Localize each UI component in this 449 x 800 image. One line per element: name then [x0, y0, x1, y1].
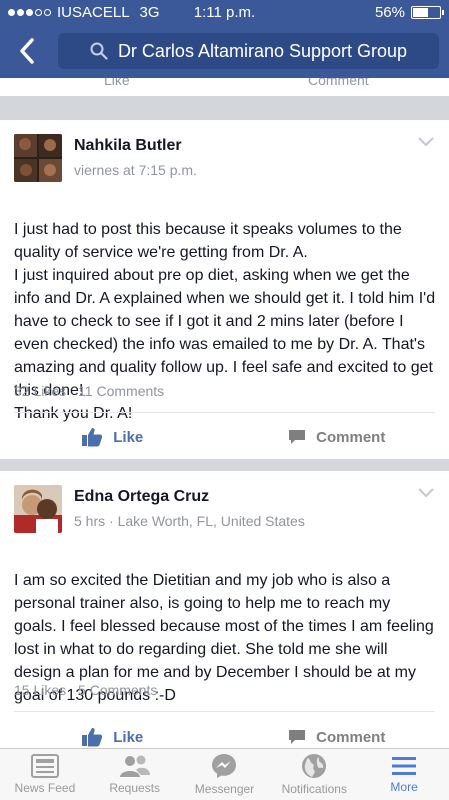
- top-bar: IUSACELL 3G 1:11 p.m. 56% Dr Carlos Alta…: [0, 0, 449, 78]
- post-author[interactable]: Nahkila Butler: [74, 137, 197, 155]
- comment-label: Comment: [316, 728, 386, 746]
- signal-strength-icon: [8, 8, 51, 16]
- chevron-down-icon: [418, 488, 434, 498]
- post-options-button[interactable]: [417, 485, 435, 503]
- post-timestamp[interactable]: 5 hrs · Lake Worth, FL, United States: [74, 513, 305, 529]
- like-button[interactable]: Like: [0, 415, 225, 459]
- like-button[interactable]: Like: [104, 78, 130, 88]
- comment-count[interactable]: 11 Comments: [78, 383, 164, 399]
- network-type: 3G: [139, 3, 160, 21]
- carrier-name: IUSACELL: [57, 3, 130, 21]
- globe-icon: [302, 754, 327, 778]
- comment-bubble-icon: [289, 730, 306, 744]
- tab-label: More: [390, 780, 418, 794]
- post-options-button[interactable]: [417, 134, 435, 152]
- tab-bar: News Feed Requests Messenger Notificatio…: [0, 748, 449, 800]
- post-card: Nahkila Butler viernes at 7:15 p.m. I ju…: [0, 120, 449, 459]
- post-timestamp[interactable]: viernes at 7:15 p.m.: [74, 162, 197, 178]
- battery-percent: 56%: [374, 3, 405, 21]
- divider: [14, 412, 435, 413]
- thumbs-up-icon: [82, 428, 103, 447]
- search-text: Dr Carlos Altamirano Support Group: [117, 40, 408, 61]
- friend-requests-icon: [119, 755, 150, 777]
- tab-requests[interactable]: Requests: [90, 749, 180, 800]
- like-label: Like: [113, 728, 144, 746]
- tab-messenger[interactable]: Messenger: [180, 749, 270, 800]
- comment-button[interactable]: Comment: [225, 415, 449, 459]
- like-count[interactable]: 32 Likes: [14, 383, 66, 399]
- like-count[interactable]: 15 Likes: [14, 682, 66, 698]
- comment-label: Comment: [316, 428, 386, 446]
- thumbs-up-icon: [82, 728, 103, 747]
- like-button[interactable]: Like: [0, 715, 225, 748]
- chevron-down-icon: [418, 137, 434, 147]
- feed[interactable]: Like Comment Nahkila Butler viernes at 7…: [0, 78, 449, 748]
- post-card: Edna Ortega Cruz 5 hrs · Lake Worth, FL,…: [0, 471, 449, 748]
- back-button[interactable]: [10, 31, 44, 71]
- comment-button[interactable]: Comment: [225, 715, 449, 748]
- tab-more[interactable]: More: [359, 749, 449, 800]
- menu-icon: [392, 757, 417, 775]
- tab-label: Messenger: [194, 782, 255, 796]
- comment-bubble-icon: [289, 430, 306, 444]
- partial-post-actions: Like Comment: [0, 78, 449, 96]
- battery-icon: [411, 5, 444, 19]
- comment-button[interactable]: Comment: [308, 78, 369, 88]
- avatar[interactable]: [14, 485, 62, 533]
- search-icon: [90, 42, 108, 60]
- comment-count[interactable]: 5 Comments: [78, 682, 157, 698]
- tab-label: News Feed: [14, 781, 76, 795]
- status-bar: IUSACELL 3G 1:11 p.m. 56%: [0, 0, 449, 24]
- messenger-icon: [212, 754, 237, 778]
- post-author[interactable]: Edna Ortega Cruz: [74, 488, 305, 506]
- search-field[interactable]: Dr Carlos Altamirano Support Group: [58, 33, 439, 69]
- tab-label: Requests: [109, 781, 161, 795]
- like-label: Like: [113, 428, 144, 446]
- chevron-left-icon: [20, 38, 34, 64]
- tab-notifications[interactable]: Notifications: [269, 749, 359, 800]
- avatar[interactable]: [14, 134, 62, 182]
- divider: [14, 711, 435, 712]
- tab-news-feed[interactable]: News Feed: [0, 749, 90, 800]
- news-feed-icon: [30, 754, 59, 778]
- tab-label: Notifications: [281, 782, 347, 796]
